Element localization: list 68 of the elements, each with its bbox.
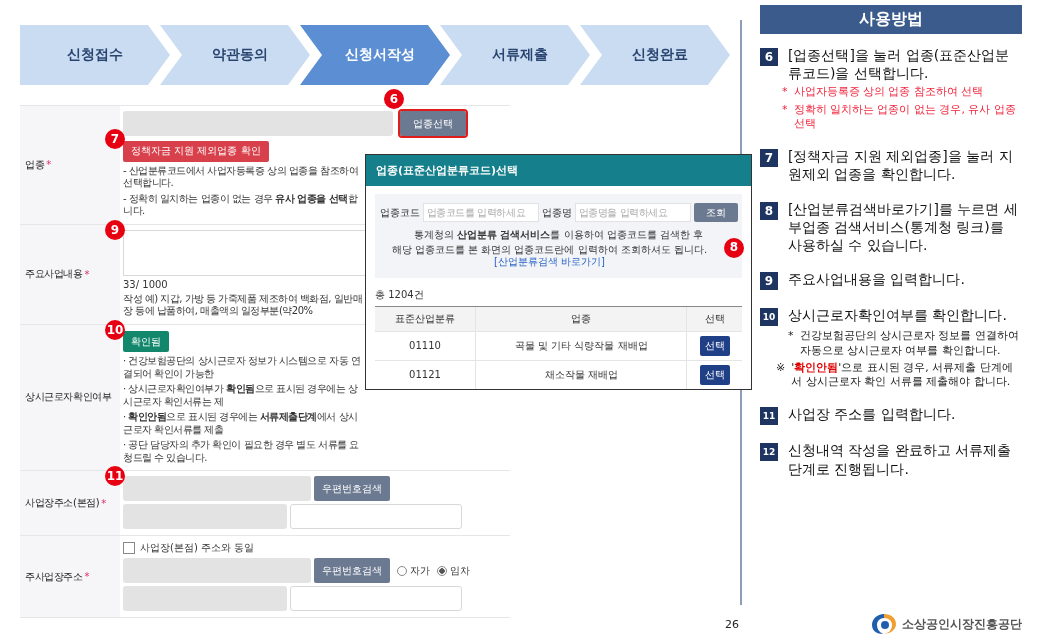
note-mark: ※ — [776, 360, 786, 376]
step-text: 주요사업내용을 입력합니다. — [788, 270, 965, 289]
postcode-search-button[interactable]: 우편번호검색 — [314, 476, 390, 501]
search-field[interactable]: 업종코드를 입력하세요 — [422, 203, 539, 222]
table-cell: 곡물 및 기타 식량작물 재배업 — [475, 331, 687, 360]
confirmed-button[interactable]: 확인됨 — [123, 331, 169, 352]
process-step: 서류제출 — [440, 25, 590, 85]
help-text: - 정확히 일치하는 업종이 없는 경우 유사 업종을 선택합니다. — [123, 192, 359, 218]
industry-select-button[interactable]: 업종선택 — [400, 111, 466, 136]
process-step: 신청완료 — [580, 25, 730, 85]
organization-name: 소상공인시장진흥공단 — [902, 615, 1022, 633]
step-number: 10 — [760, 308, 778, 327]
result-count: 총 1204건 — [375, 287, 425, 302]
dialog-title: 업종(표준산업분류코드)선택 — [366, 155, 751, 186]
search-field[interactable]: 업종명을 입력하세요 — [574, 203, 691, 222]
step-text: [업종선택]을 눌러 업종(표준산업분류코드)을 선택합니다. — [788, 46, 1011, 83]
process-step: 약관동의 — [160, 25, 310, 85]
step-text: 사업장 주소를 입력합니다. — [788, 405, 956, 424]
column-header: 표준산업분류 — [375, 306, 476, 331]
field-label: 업종코드 — [379, 205, 420, 220]
radio-label: 자가 — [410, 563, 430, 578]
step-number: 11 — [760, 407, 778, 426]
example-text: 작성 예) 지갑, 가방 등 가죽제품 제조하여 백화점, 일반매장 등에 납품하여, 매출액의 일정부분(약20% — [123, 292, 363, 318]
note-text: '확인안됨'으로 표시된 경우, 서류제출 단계에서 상시근로자 확인 서류를 제출해야 합니다. — [791, 360, 1014, 390]
step-number: 7 — [760, 149, 778, 168]
note-mark: * — [782, 85, 788, 100]
help-text: · 공단 담당자의 추가 확인이 필요한 경우 별도 서류를 요청드릴 수 있습니다. — [123, 439, 360, 464]
page-number: 26 — [725, 617, 739, 631]
info-text: 통계청의 산업분류 검색서비스를 이용하여 업종코드를 검색한 후 — [413, 229, 704, 242]
form-label: 주사업장주소 * — [20, 536, 120, 617]
process-step: 신청서작성 — [300, 25, 450, 85]
callout-marker: 8 — [724, 237, 744, 258]
select-button[interactable]: 선택 — [699, 335, 730, 356]
note-mark: * — [782, 102, 788, 118]
classification-search-link[interactable]: [산업분류검색 바로가기] — [494, 256, 605, 267]
column-header: 업종 — [475, 306, 687, 331]
field-label: 업종명 — [541, 205, 572, 220]
step-text: 상시근로자확인여부를 확인합니다. — [788, 306, 1007, 325]
help-text: · 확인안됨으로 표시된 경우에는 서류제출단계에서 상시근로자 확인서류를 제출 — [123, 411, 359, 436]
excluded-industry-button[interactable]: 정책자금 지원 제외업종 확인 — [123, 140, 269, 162]
guide-title: 사용방법 — [760, 5, 1022, 34]
callout-marker: 6 — [384, 89, 404, 109]
step-number: 12 — [760, 443, 778, 462]
step-text: [산업분류검색바로가기]를 누르면 세부업종 검색서비스(통계청 링크)를 사용하실 수 있습니다. — [788, 199, 1019, 255]
radio-label: 임차 — [450, 563, 470, 578]
help-text: - 산업분류코드에서 사업자등록증 상의 업종을 참조하여 선택합니다. — [123, 164, 359, 190]
postcode-search-button[interactable]: 우편번호검색 — [314, 558, 390, 583]
note-text: 사업자등록증 상의 업종 참조하여 선택 — [793, 85, 984, 100]
table-cell: 채소작물 재배업 — [475, 360, 687, 389]
info-text: 해당 업종코드를 본 화면의 업종코드란에 입력하여 조회하셔도 됩니다. — [391, 243, 708, 255]
table-cell: 01121 — [375, 360, 476, 389]
help-text: · 건강보험공단의 상시근로자 정보가 시스템으로 자동 연결되어 확인이 가능한 — [123, 355, 362, 380]
character-counter: 33/ 1000 — [123, 278, 168, 290]
process-step: 신청접수 — [20, 25, 170, 85]
step-number: 6 — [760, 48, 778, 66]
note-text: 정확히 일치하는 업종이 없는 경우, 유사 업종 선택 — [793, 102, 1017, 132]
select-button[interactable]: 선택 — [699, 364, 730, 385]
note-text: 건강보험공단의 상시근로자 정보를 연결하여 자동으로 상시근로자 여부를 확인합니다. — [799, 329, 1020, 358]
note-mark: * — [788, 329, 794, 345]
step-text: [정책자금 지원 제외업종]을 눌러 지원제외 업종을 확인합니다. — [788, 147, 1014, 184]
search-button[interactable]: 조회 — [693, 203, 738, 222]
step-number: 9 — [760, 272, 778, 291]
table-cell: 01110 — [375, 331, 476, 360]
step-text: 신청내역 작성을 완료하고 서류제출단계로 진행됩니다. — [788, 441, 1013, 478]
step-number: 8 — [760, 201, 778, 220]
help-text: · 상시근로자확인여부가 확인됨으로 표시된 경우에는 상시근로자 확인서류는 제 — [123, 383, 359, 408]
checkbox-label: 사업장(본점) 주소와 동일 — [140, 541, 255, 555]
column-header: 선택 — [686, 306, 742, 331]
